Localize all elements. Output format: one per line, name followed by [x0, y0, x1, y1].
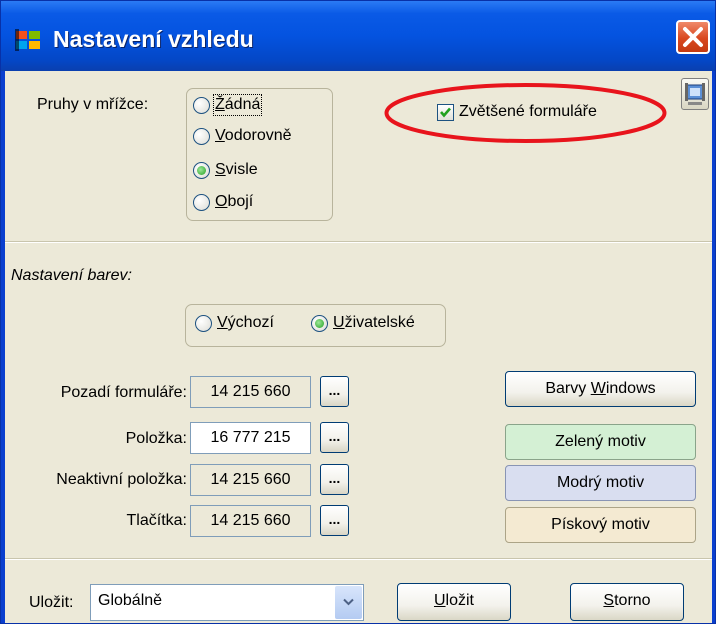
annotation-ellipse	[384, 83, 667, 143]
radio-circle	[195, 315, 212, 332]
radio-label: ádná	[224, 96, 261, 113]
radio-stripes-both[interactable]: Obojí	[193, 193, 323, 215]
buttons-pick-button[interactable]: ...	[320, 505, 349, 536]
save-scope-combo[interactable]: Globálně	[90, 584, 364, 621]
title-bar[interactable]: Nastavení vzhledu	[1, 1, 715, 71]
radio-stripes-vertical[interactable]: Svisle	[193, 161, 323, 183]
chevron-down-icon	[343, 598, 354, 606]
radio-circle	[193, 97, 210, 114]
form-background-value[interactable]: 14 215 660	[190, 376, 311, 408]
radio-color-default[interactable]: Výchozí	[195, 314, 295, 336]
radio-label-accel: O	[215, 193, 228, 210]
colors-heading: Nastavení barev:	[11, 267, 132, 284]
item-label: Položka:	[125, 430, 187, 447]
sand-theme-button[interactable]: Pískový motiv	[505, 507, 696, 543]
radio-circle-selected	[311, 315, 328, 332]
blue-theme-button[interactable]: Modrý motiv	[505, 465, 696, 501]
radio-label: ýchozí	[227, 314, 274, 331]
buttons-value[interactable]: 14 215 660	[190, 505, 311, 537]
radio-circle	[193, 128, 210, 145]
save-button[interactable]: Uložit	[397, 583, 511, 621]
form-background-label: Pozadí formuláře:	[60, 384, 187, 401]
dialog-window: Nastavení vzhledu Pruhy v mřížce: Žádná …	[0, 0, 716, 624]
form-background-pick-button[interactable]: ...	[320, 376, 349, 407]
close-icon	[683, 27, 703, 47]
radio-label-accel: Ž	[215, 96, 225, 113]
radio-label-accel: S	[215, 161, 226, 178]
inactive-item-pick-button[interactable]: ...	[320, 464, 349, 495]
inactive-item-label: Neaktivní položka:	[56, 471, 187, 488]
button-label-accel: U	[433, 592, 446, 609]
radio-stripes-none[interactable]: Žádná	[193, 94, 323, 118]
dropdown-button[interactable]	[335, 586, 362, 619]
radio-label-accel: V	[215, 127, 225, 144]
radio-label: živatelské	[344, 314, 415, 331]
radio-label-accel: U	[333, 314, 345, 331]
radio-circle-selected	[193, 162, 210, 179]
separator	[5, 241, 712, 243]
film-settings-icon	[685, 83, 705, 105]
green-theme-button[interactable]: Zelený motiv	[505, 424, 696, 460]
radio-stripes-horizontal[interactable]: Vodorovně	[193, 127, 323, 149]
close-button[interactable]	[676, 20, 710, 54]
radio-label: bojí	[227, 193, 254, 210]
button-label-accel: S	[603, 592, 615, 609]
dialog-client-area: Pruhy v mřížce: Žádná Vodorovně Svisle O…	[5, 71, 712, 623]
inactive-item-value[interactable]: 14 215 660	[190, 464, 311, 496]
button-label: torno	[614, 592, 651, 609]
buttons-label: Tlačítka:	[126, 512, 187, 529]
windows-colors-button[interactable]: Barvy Windows	[505, 371, 696, 407]
item-value[interactable]: 16 777 215	[190, 422, 311, 454]
radio-label-accel: V	[217, 314, 228, 331]
grid-stripes-label: Pruhy v mřížce:	[37, 96, 149, 113]
save-scope-value: Globálně	[98, 592, 163, 609]
button-label-accel: W	[590, 380, 606, 397]
button-label: indows	[605, 380, 656, 397]
film-settings-button[interactable]	[681, 78, 709, 110]
radio-label: visle	[225, 161, 258, 178]
radio-label: odorovně	[224, 127, 292, 144]
button-label: Barvy	[545, 380, 591, 397]
radio-circle	[193, 194, 210, 211]
windows-flag-icon	[15, 29, 40, 51]
separator	[5, 558, 712, 560]
cancel-button[interactable]: Storno	[570, 583, 684, 621]
radio-color-custom[interactable]: Uživatelské	[311, 314, 441, 336]
save-scope-label: Uložit:	[29, 594, 74, 611]
button-label: ložit	[445, 592, 474, 609]
item-pick-button[interactable]: ...	[320, 422, 349, 453]
window-title: Nastavení vzhledu	[53, 26, 254, 52]
